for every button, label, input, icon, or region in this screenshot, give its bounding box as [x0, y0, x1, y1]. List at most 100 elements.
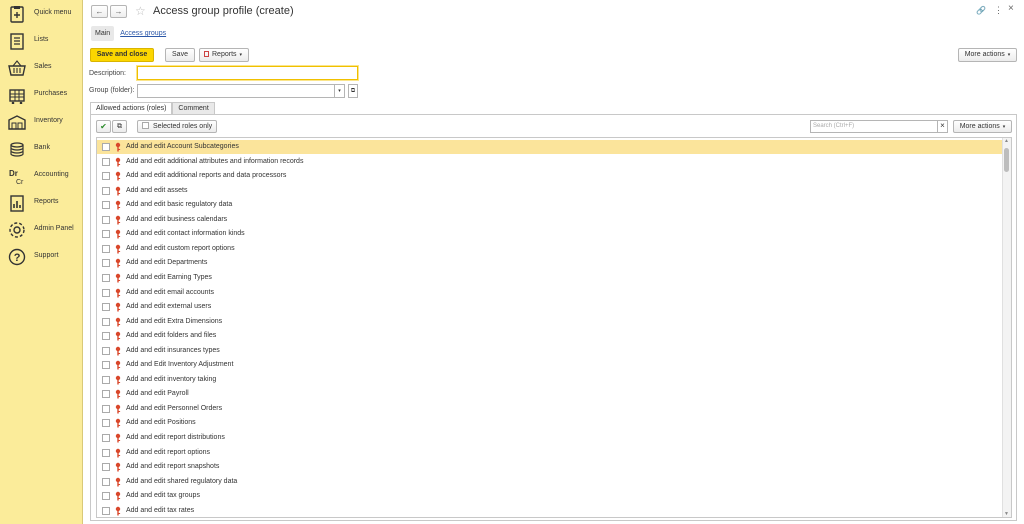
role-checkbox[interactable]: [102, 303, 110, 312]
sidebar-item-admin-panel[interactable]: Admin Panel: [0, 218, 83, 242]
role-checkbox[interactable]: [102, 259, 110, 268]
selected-roles-only-toggle[interactable]: Selected roles only: [137, 120, 217, 133]
role-checkbox[interactable]: [102, 143, 110, 151]
table-row[interactable]: Add and edit business calendars: [97, 213, 1003, 227]
scroll-up-icon[interactable]: ▲: [1004, 138, 1009, 144]
tab-main[interactable]: Main: [91, 26, 115, 41]
table-row[interactable]: Add and edit shared regulatory data: [97, 475, 1003, 489]
table-row[interactable]: Add and edit external users: [97, 300, 1003, 314]
role-checkbox[interactable]: [102, 375, 110, 384]
role-checkbox[interactable]: [102, 361, 110, 370]
table-row[interactable]: Add and edit additional reports and data…: [97, 169, 1003, 183]
scroll-down-icon[interactable]: ▼: [1004, 511, 1009, 517]
tab-access-groups[interactable]: Access groups: [120, 26, 166, 41]
role-checkbox[interactable]: [102, 273, 110, 282]
table-row[interactable]: Add and edit additional attributes and i…: [97, 155, 1003, 169]
role-checkbox[interactable]: [102, 157, 110, 166]
table-row[interactable]: Add and edit Account Subcategories: [97, 140, 1003, 154]
grid-more-actions-button[interactable]: More actions ▾: [953, 120, 1012, 133]
sidebar-item-sales[interactable]: Sales: [0, 56, 83, 80]
table-row[interactable]: Add and edit assets: [97, 184, 1003, 198]
role-checkbox[interactable]: [102, 492, 110, 501]
sidebar-item-lists[interactable]: Lists: [0, 29, 83, 53]
role-checkbox[interactable]: [102, 215, 110, 224]
clear-search-icon[interactable]: ×: [937, 120, 948, 133]
role-checkbox[interactable]: [102, 172, 110, 181]
role-checkbox[interactable]: [102, 244, 110, 253]
main-area: ← → ☆ Access group profile (create) 🔗 ⋮ …: [84, 0, 1024, 524]
save-button[interactable]: Save: [165, 48, 195, 62]
key-icon: [115, 230, 121, 239]
table-row[interactable]: Add and edit insurances types: [97, 344, 1003, 358]
scrollbar-thumb[interactable]: [1004, 148, 1009, 172]
sidebar-item-reports[interactable]: Reports: [0, 191, 83, 215]
check-all-icon[interactable]: ✔: [96, 120, 111, 133]
table-row[interactable]: Add and edit Personnel Orders: [97, 402, 1003, 416]
role-name: Add and edit report snapshots: [126, 463, 220, 471]
title-bar: ← → ☆ Access group profile (create) 🔗 ⋮ …: [84, 0, 1024, 24]
sidebar-item-label: Inventory: [34, 117, 63, 124]
sidebar-item-label: Lists: [34, 36, 49, 43]
table-row[interactable]: Add and edit tax rates: [97, 504, 1003, 517]
role-checkbox[interactable]: [102, 288, 110, 297]
sidebar-item-bank[interactable]: Bank: [0, 137, 83, 161]
table-row[interactable]: Add and edit Earning Types: [97, 271, 1003, 285]
search-input[interactable]: Search (Ctrl+F): [810, 120, 939, 133]
role-checkbox[interactable]: [102, 448, 110, 457]
uncheck-all-icon[interactable]: ⧉: [112, 120, 127, 133]
role-checkbox[interactable]: [102, 404, 110, 413]
table-row[interactable]: Add and edit tax groups: [97, 489, 1003, 503]
key-icon: [115, 259, 121, 268]
table-row[interactable]: Add and Edit Inventory Adjustment: [97, 358, 1003, 372]
description-field[interactable]: [137, 66, 358, 80]
role-checkbox[interactable]: [102, 506, 110, 515]
group-field[interactable]: [137, 84, 344, 98]
role-checkbox[interactable]: [102, 346, 110, 355]
forward-button[interactable]: →: [110, 5, 127, 18]
table-row[interactable]: Add and edit report distributions: [97, 431, 1003, 445]
dropdown-icon[interactable]: ▾: [334, 84, 345, 98]
table-row[interactable]: Add and edit Departments: [97, 256, 1003, 270]
sidebar-item-support[interactable]: ? Support: [0, 245, 83, 269]
role-name: Add and edit inventory taking: [126, 375, 217, 383]
sidebar-item-accounting[interactable]: Dr Cr Accounting: [0, 164, 83, 188]
table-row[interactable]: Add and edit report snapshots: [97, 460, 1003, 474]
key-icon: [115, 506, 121, 516]
close-icon[interactable]: ×: [1008, 3, 1014, 14]
role-checkbox[interactable]: [102, 186, 110, 195]
role-checkbox[interactable]: [102, 230, 110, 239]
role-checkbox[interactable]: [102, 201, 110, 210]
scrollbar[interactable]: ▲ ▼: [1002, 138, 1011, 517]
role-checkbox[interactable]: [102, 434, 110, 442]
table-row[interactable]: Add and edit Positions: [97, 416, 1003, 430]
role-checkbox[interactable]: [102, 419, 110, 428]
role-checkbox[interactable]: [102, 477, 110, 486]
role-checkbox[interactable]: [102, 317, 110, 326]
table-row[interactable]: Add and edit inventory taking: [97, 373, 1003, 387]
key-icon: [115, 390, 121, 399]
sidebar-item-inventory[interactable]: Inventory: [0, 110, 83, 134]
sidebar-item-quick-menu[interactable]: Quick menu: [0, 2, 83, 26]
table-row[interactable]: Add and edit email accounts: [97, 286, 1003, 300]
menu-icon[interactable]: ⋮: [994, 5, 1003, 16]
back-button[interactable]: ←: [91, 5, 108, 18]
open-icon[interactable]: ⧉: [348, 84, 358, 98]
role-checkbox[interactable]: [102, 332, 110, 341]
role-checkbox[interactable]: [102, 390, 110, 399]
save-and-close-button[interactable]: Save and close: [90, 48, 154, 62]
star-icon[interactable]: ☆: [135, 4, 146, 18]
table-row[interactable]: Add and edit folders and files: [97, 329, 1003, 343]
key-icon: [115, 142, 121, 152]
table-row[interactable]: Add and edit Extra Dimensions: [97, 315, 1003, 329]
table-row[interactable]: Add and edit basic regulatory data: [97, 198, 1003, 212]
table-row[interactable]: Add and edit custom report options: [97, 242, 1003, 256]
link-icon[interactable]: 🔗: [976, 6, 986, 15]
role-checkbox[interactable]: [102, 463, 110, 472]
table-row[interactable]: Add and edit report options: [97, 446, 1003, 460]
more-actions-button[interactable]: More actions ▾: [958, 48, 1017, 62]
sidebar-item-purchases[interactable]: Purchases: [0, 83, 83, 107]
table-row[interactable]: Add and edit Payroll: [97, 387, 1003, 401]
reports-button[interactable]: Reports ▾: [199, 48, 249, 62]
table-row[interactable]: Add and edit contact information kinds: [97, 227, 1003, 241]
key-icon: [115, 171, 121, 181]
